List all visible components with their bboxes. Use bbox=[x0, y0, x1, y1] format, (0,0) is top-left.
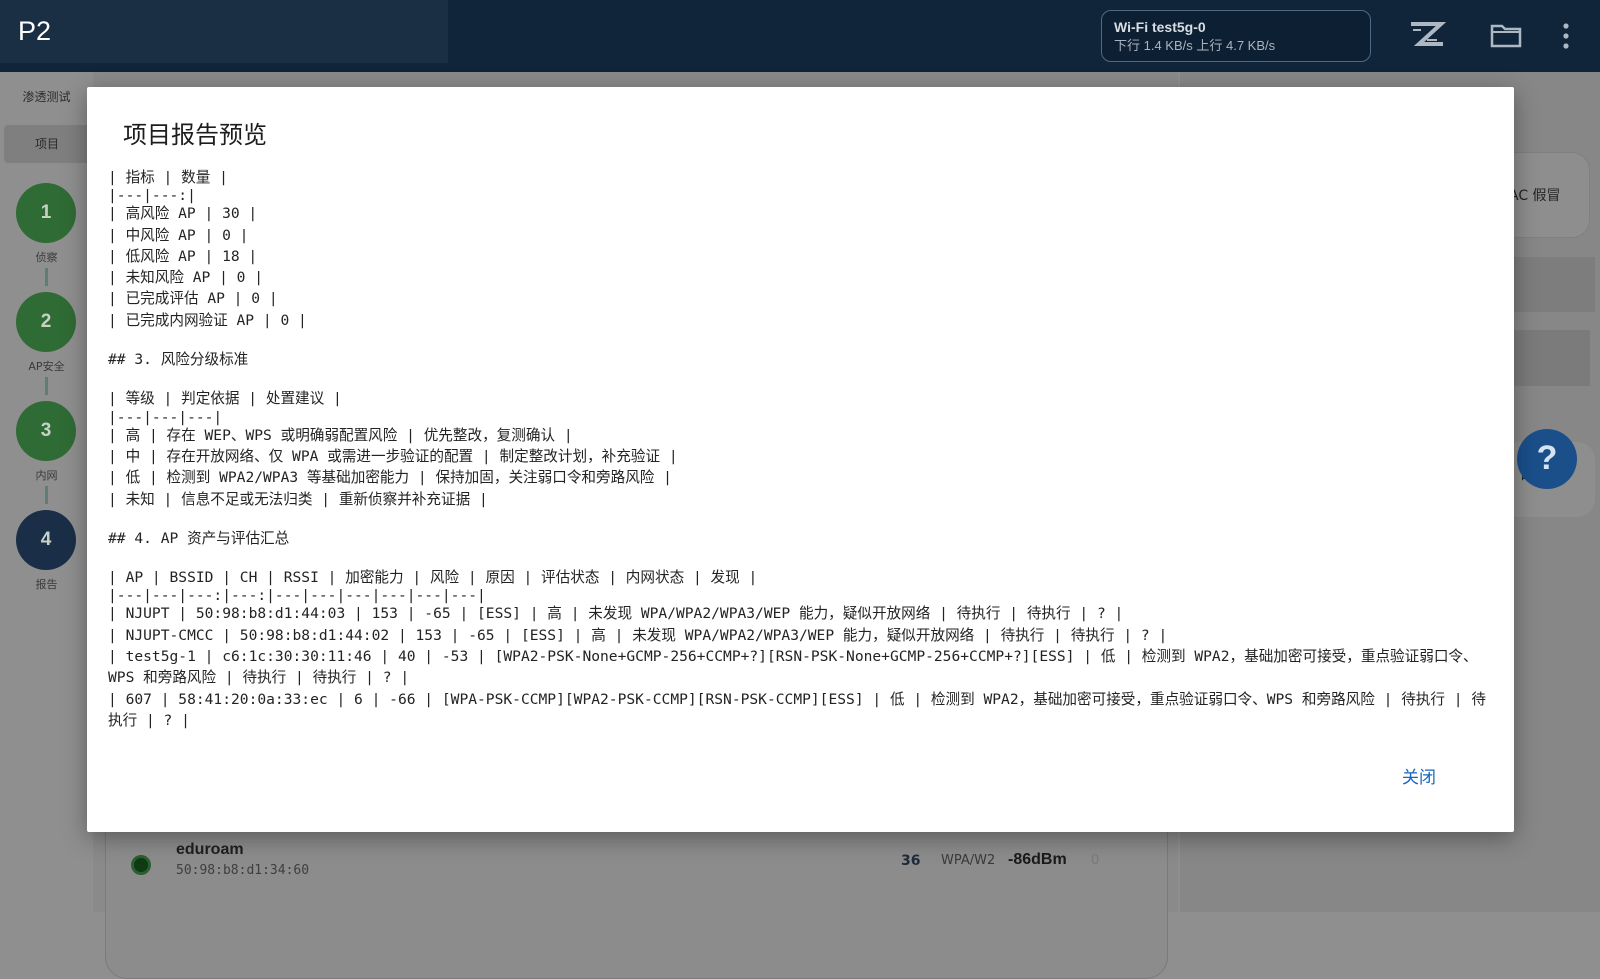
report-line: | 未知风险 AP | 0 | bbox=[108, 269, 264, 287]
report-line: | test5g-1 | c6:1c:30:30:11:46 | 40 | -5… bbox=[108, 648, 1478, 687]
network-channel: 36 bbox=[901, 853, 921, 869]
report-heading: ## 4. AP 资产与评估汇总 bbox=[108, 529, 290, 547]
report-line: | 高风险 AP | 30 | bbox=[108, 205, 258, 223]
step-2-ap-security[interactable]: 2 bbox=[16, 292, 76, 352]
network-count: 0 bbox=[1091, 853, 1100, 868]
sidebar-section-label: 渗透测试 bbox=[22, 90, 71, 104]
network-rssi: -86dBm bbox=[1008, 851, 1067, 868]
report-line: | 已完成内网验证 AP | 0 | bbox=[108, 311, 307, 329]
wifi-status-card[interactable]: Wi-Fi test5g-0 下行 1.4 KB/s 上行 4.7 KB/s bbox=[1101, 10, 1371, 62]
step-4-label: 报告 bbox=[35, 578, 58, 591]
report-line: |---|---:| bbox=[108, 187, 196, 205]
step-4-report[interactable]: 4 bbox=[16, 510, 76, 570]
report-line: | NJUPT-CMCC | 50:98:b8:d1:44:02 | 153 |… bbox=[108, 626, 1168, 644]
report-preview-dialog: 项目报告预览 | 指标 | 数量 | |---|---:| | 高风险 AP | 3… bbox=[87, 87, 1514, 832]
report-line: | NJUPT | 50:98:b8:d1:44:03 | 153 | -65 … bbox=[108, 605, 1124, 623]
step-1-label: 侦察 bbox=[35, 251, 58, 264]
step-connector bbox=[45, 377, 48, 395]
sidebar-tab-project[interactable]: 项目 bbox=[4, 125, 90, 163]
folder-icon[interactable] bbox=[1490, 22, 1522, 52]
top-app-bar: P2 Wi-Fi test5g-0 下行 1.4 KB/s 上行 4.7 KB/… bbox=[0, 0, 1600, 72]
step-connector bbox=[45, 486, 48, 504]
report-line: | 高 | 存在 WEP、WPS 或明确弱配置风险 | 优先整改，复测确认 | bbox=[108, 426, 573, 444]
option-bar[interactable] bbox=[1500, 257, 1595, 312]
network-list-item[interactable]: eduroam 50:98:b8:d1:34:60 36 WPA/W2 -86d… bbox=[105, 817, 1168, 979]
title-area: P2 bbox=[0, 0, 448, 63]
step-1-recon[interactable]: 1 bbox=[16, 183, 76, 243]
step-3-label: 内网 bbox=[35, 469, 58, 482]
step-3-intranet[interactable]: 3 bbox=[16, 401, 76, 461]
dialog-title: 项目报告预览 bbox=[123, 121, 267, 149]
report-line: | 607 | 58:41:20:0a:33:ec | 6 | -66 | [W… bbox=[108, 690, 1486, 729]
report-line: | 中 | 存在开放网络、仅 WPA 或需进一步验证的配置 | 制定整改计划，补… bbox=[108, 447, 678, 465]
report-line: |---|---|---| bbox=[108, 408, 223, 426]
report-line: | 中风险 AP | 0 | bbox=[108, 226, 249, 244]
signal-status-dot bbox=[131, 855, 151, 875]
network-ssid: eduroam bbox=[176, 841, 244, 858]
wifi-ssid: Wi-Fi test5g-0 bbox=[1114, 19, 1206, 35]
sidebar: 渗透测试 项目 1 侦察 2 AP安全 3 内网 4 报告 bbox=[0, 72, 93, 960]
report-line: | 低 | 检测到 WPA2/WPA3 等基础加密能力 | 保持加固，关注弱口令… bbox=[108, 469, 672, 487]
more-vert-icon[interactable] bbox=[1562, 22, 1570, 54]
report-line: | 未知 | 信息不足或无法归类 | 重新侦察并补充证据 | bbox=[108, 490, 488, 508]
help-button[interactable]: ? bbox=[1517, 429, 1577, 489]
report-line: | 等级 | 判定依据 | 处置建议 | bbox=[108, 390, 342, 408]
report-heading: ## 3. 风险分级标准 bbox=[108, 351, 249, 369]
network-bssid: 50:98:b8:d1:34:60 bbox=[176, 863, 310, 878]
app-title: P2 bbox=[18, 16, 52, 46]
report-line: | 指标 | 数量 | bbox=[108, 169, 228, 186]
report-content: | 指标 | 数量 | |---|---:| | 高风险 AP | 30 | | 中风… bbox=[108, 167, 1498, 731]
report-line: |---|---|---:|---:|---|---|---|---|---|-… bbox=[108, 587, 486, 605]
step-2-label: AP安全 bbox=[28, 360, 65, 373]
wifi-speed: 下行 1.4 KB/s 上行 4.7 KB/s bbox=[1114, 38, 1276, 53]
report-line: | 低风险 AP | 18 | bbox=[108, 247, 258, 265]
report-line: | AP | BSSID | CH | RSSI | 加密能力 | 风险 | 原… bbox=[108, 569, 758, 587]
network-encryption: WPA/W2 bbox=[941, 853, 996, 868]
z-logo-icon[interactable] bbox=[1407, 20, 1447, 54]
step-connector bbox=[45, 268, 48, 286]
attack-option-label: AC 假冒 bbox=[1509, 188, 1561, 204]
report-line: | 已完成评估 AP | 0 | bbox=[108, 290, 278, 308]
close-button[interactable]: 关闭 bbox=[1402, 763, 1436, 788]
